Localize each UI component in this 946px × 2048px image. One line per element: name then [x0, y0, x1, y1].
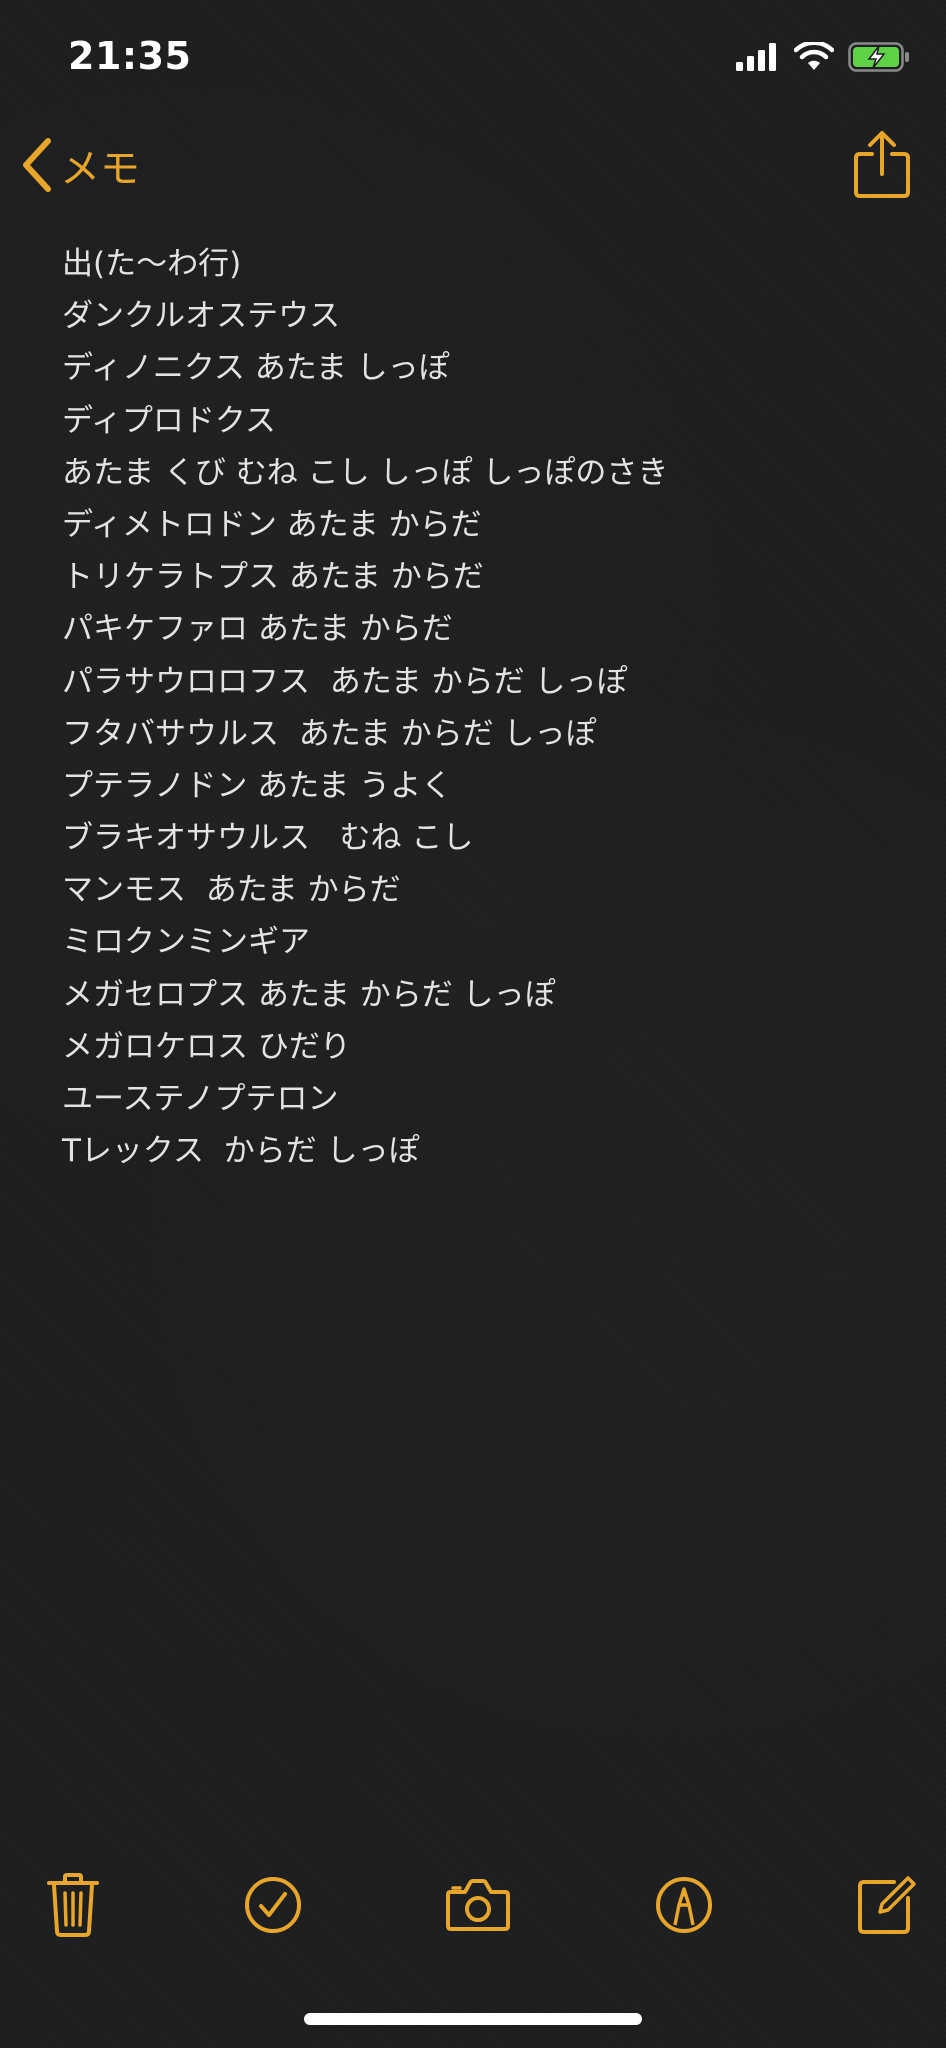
share-button[interactable] — [852, 130, 912, 200]
compose-icon — [858, 1876, 916, 1934]
note-line: あたま くび むね こし しっぽ しっぽのさき — [62, 454, 669, 491]
chevron-left-icon — [23, 138, 51, 192]
back-button-label: メモ — [60, 146, 140, 192]
note-content[interactable]: 出(た〜わ行) ダンクルオステウスディノニクス あたま しっぽ ディプロドクスあたま… — [62, 238, 902, 1177]
pen-circle-icon — [656, 1877, 712, 1933]
note-line: パキケファロ あたま からだ — [62, 611, 453, 648]
note-line: プテラノドン あたま うよく — [62, 767, 453, 804]
share-icon — [854, 131, 910, 198]
battery-charging-icon — [848, 42, 909, 72]
back-button[interactable]: メモ — [20, 136, 140, 194]
note-line: ユーステノプテロン — [62, 1081, 339, 1117]
status-bar: 21:35 — [0, 0, 946, 110]
status-icons — [736, 42, 910, 72]
trash-button[interactable] — [38, 1870, 108, 1940]
note-line: メガロケロス ひだり — [62, 1028, 351, 1065]
status-time: 21:35 — [68, 34, 192, 78]
wifi-icon — [794, 42, 834, 70]
checkmark-circle-icon — [245, 1877, 301, 1933]
note-line: ディメトロドン あたま からだ — [62, 506, 482, 543]
note-line: パラサウロロフス あたま からだ しっぽ — [62, 663, 628, 700]
cellular-signal-icon — [736, 43, 776, 71]
camera-button[interactable] — [443, 1870, 513, 1940]
note-line: Tレックス からだ しっぽ — [62, 1133, 420, 1170]
note-line: ディプロドクス — [62, 402, 276, 439]
checklist-button[interactable] — [238, 1870, 308, 1940]
note-line: ブラキオサウルス むね こし — [62, 820, 474, 857]
compose-button[interactable] — [850, 1870, 920, 1940]
bottom-toolbar — [0, 1870, 946, 1940]
trash-icon — [47, 1873, 99, 1937]
note-line: メガセロプス あたま からだ しっぽ — [62, 976, 556, 1013]
note-line: マンモス あたま からだ — [62, 872, 401, 909]
markup-button[interactable] — [649, 1870, 719, 1940]
note-line: ダンクルオステウス — [62, 298, 341, 335]
home-indicator[interactable] — [304, 2013, 642, 2025]
note-line: トリケラトプス あたま からだ — [62, 559, 484, 596]
note-line: 出(た〜わ行) — [62, 246, 242, 282]
note-line: フタバサウルス あたま からだ しっぽ — [62, 715, 597, 752]
note-line: ディノニクス あたま しっぽ — [62, 350, 450, 387]
note-line: ミロクンミンギア — [62, 924, 310, 961]
camera-icon — [446, 1879, 510, 1931]
